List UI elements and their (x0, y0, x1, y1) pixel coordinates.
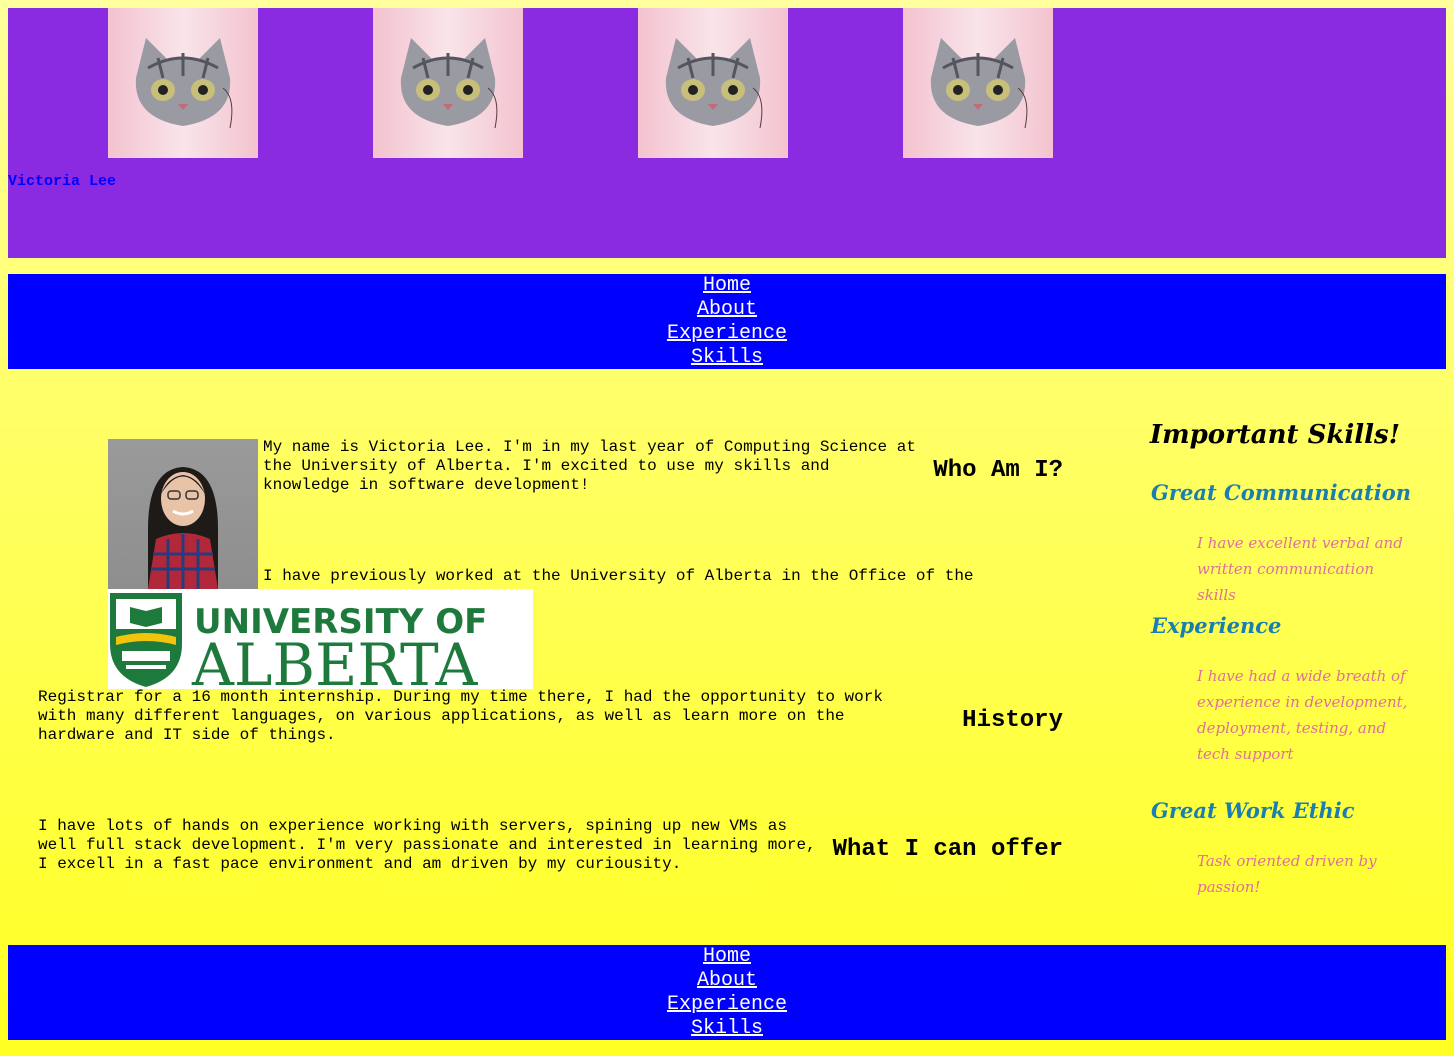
skill-description: I have had a wide breath of experience i… (1197, 667, 1408, 763)
nav-link-home[interactable]: Home (8, 274, 1446, 298)
about-heading: Who Am I? (933, 457, 1063, 484)
about-text: My name is Victoria Lee. I'm in my last … (263, 438, 916, 494)
logo-text-bottom: ALBERTA (191, 631, 479, 689)
cat-face-image (373, 8, 523, 158)
university-of-alberta-logo: UNIVERSITY OF ALBERTA (108, 589, 533, 689)
top-nav: Home About Experience Skills (8, 274, 1446, 369)
skill-name: Great Work Ethic (1151, 798, 1355, 823)
offer-heading: What I can offer (832, 836, 1063, 863)
nav-link-about[interactable]: About (8, 298, 1446, 322)
cat-face-image (638, 8, 788, 158)
nav-link-experience[interactable]: Experience (8, 322, 1446, 346)
nav-link-experience[interactable]: Experience (8, 993, 1446, 1017)
nav-link-home[interactable]: Home (8, 945, 1446, 969)
history-text: Registrar for a 16 month internship. Dur… (38, 688, 883, 744)
nav-link-about[interactable]: About (8, 969, 1446, 993)
site-name: Victoria Lee (8, 173, 117, 190)
cat-face-image (108, 8, 258, 158)
cat-face-image (903, 8, 1053, 158)
nav-link-skills[interactable]: Skills (8, 346, 1446, 370)
skill-name: Great Communication (1151, 480, 1411, 505)
history-intro-text: I have previously worked at the Universi… (263, 567, 974, 585)
bottom-nav: Home About Experience Skills (8, 945, 1446, 1040)
skill-name: Experience (1151, 613, 1282, 638)
profile-photo (108, 439, 258, 589)
nav-link-skills[interactable]: Skills (8, 1017, 1446, 1041)
offer-text: I have lots of hands on experience worki… (38, 817, 816, 873)
site-header: Victoria Lee (8, 8, 1446, 258)
skill-description: Task oriented driven by passion! (1197, 852, 1377, 896)
skills-title: Important Skills! (1149, 420, 1401, 450)
history-heading: History (962, 707, 1063, 734)
skill-description: I have excellent verbal and written comm… (1197, 534, 1403, 604)
